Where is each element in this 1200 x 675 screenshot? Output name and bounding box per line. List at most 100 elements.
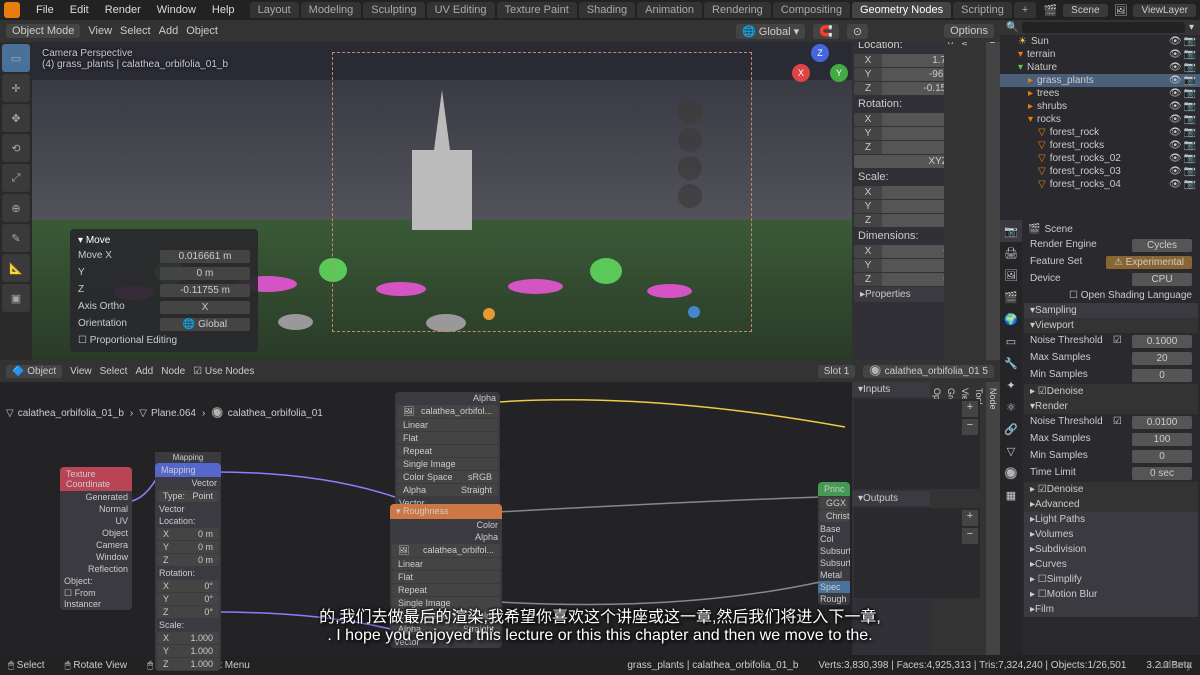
tool-rotate[interactable]: ⟲	[2, 134, 30, 162]
nhdr-select[interactable]: Select	[100, 366, 128, 377]
n-tab-item[interactable]: Item	[986, 20, 1000, 360]
outliner-item[interactable]: ▸grass_plants👁📷	[1000, 74, 1200, 87]
menu-window[interactable]: Window	[149, 4, 204, 16]
osl-checkbox[interactable]: ☐ Open Shading Language	[1069, 290, 1192, 301]
prop-tab-constraint[interactable]: 🔗	[1000, 418, 1022, 440]
perspective-tool-icon[interactable]	[678, 184, 702, 208]
tool-transform[interactable]: ⊕	[2, 194, 30, 222]
prop-tab-data[interactable]: ▽	[1000, 440, 1022, 462]
bc-mesh[interactable]: ▽ Plane.064	[139, 408, 196, 419]
n-tab-tool[interactable]: Tool	[972, 20, 986, 360]
advanced-header[interactable]: ▸ Advanced	[1024, 497, 1198, 512]
move-y-value[interactable]: 0 m	[160, 267, 250, 280]
input-add-button[interactable]: +	[962, 401, 978, 417]
hdr-view[interactable]: View	[88, 25, 112, 37]
prop-tab-render[interactable]: 📷	[1000, 220, 1022, 242]
ws-tab-scripting[interactable]: Scripting	[953, 2, 1012, 18]
zoom-tool-icon[interactable]	[678, 100, 702, 124]
light-paths-header[interactable]: ▸ Light Paths	[1024, 512, 1198, 527]
hdr-select[interactable]: Select	[120, 25, 151, 37]
pan-tool-icon[interactable]	[678, 128, 702, 152]
feature-set-dropdown[interactable]: ⚠ Experimental	[1106, 256, 1192, 269]
ws-tab-texpaint[interactable]: Texture Paint	[497, 2, 577, 18]
outliner-search[interactable]	[1022, 22, 1185, 33]
snap-toggle[interactable]: 🧲	[813, 24, 839, 39]
navigation-gizmo[interactable]: Z X Y	[800, 50, 840, 90]
simplify-header[interactable]: ▸ ☐ Simplify	[1024, 572, 1198, 587]
ws-tab-uv[interactable]: UV Editing	[427, 2, 495, 18]
viewlayer-name-field[interactable]: ViewLayer	[1133, 4, 1196, 17]
max-samples-vp[interactable]: 20	[1132, 352, 1192, 365]
prop-tab-physics[interactable]: ⚛	[1000, 396, 1022, 418]
menu-help[interactable]: Help	[204, 4, 243, 16]
tool-add-cube[interactable]: ▣	[2, 284, 30, 312]
orientation-dropdown[interactable]: 🌐 Global	[160, 318, 250, 331]
ws-tab-animation[interactable]: Animation	[637, 2, 702, 18]
bc-object[interactable]: ▽ calathea_orbifolia_01_b	[6, 408, 124, 419]
prop-tab-particle[interactable]: ✦	[1000, 374, 1022, 396]
slot-dropdown[interactable]: Slot 1	[818, 365, 856, 378]
axis-ortho-dropdown[interactable]: X	[160, 301, 250, 314]
render-sampling-header[interactable]: ▾ Render	[1024, 399, 1198, 414]
prop-tab-material[interactable]: 🔘	[1000, 462, 1022, 484]
outliner-item[interactable]: ▽forest_rocks_03👁📷	[1000, 165, 1200, 178]
scene-name-field[interactable]: Scene	[1063, 4, 1107, 17]
viewport-3d-canvas[interactable]: Camera Perspective (4) grass_plants | ca…	[32, 20, 852, 360]
min-samples-vp[interactable]: 0	[1132, 369, 1192, 382]
outliner-item[interactable]: ▽forest_rocks👁📷	[1000, 139, 1200, 152]
outliner-item[interactable]: ▾Nature👁📷	[1000, 61, 1200, 74]
outliner-item[interactable]: ☀Sun👁📷	[1000, 35, 1200, 48]
noise-thresh-vp[interactable]: 0.1000	[1132, 335, 1192, 348]
motion-blur-header[interactable]: ▸ ☐ Motion Blur	[1024, 587, 1198, 602]
input-remove-button[interactable]: −	[962, 419, 978, 435]
tool-measure[interactable]: 📐	[2, 254, 30, 282]
menu-edit[interactable]: Edit	[62, 4, 97, 16]
tool-move[interactable]: ✥	[2, 104, 30, 132]
options-dropdown[interactable]: Options	[944, 24, 994, 38]
sampling-header[interactable]: ▾ Sampling	[1024, 303, 1198, 318]
menu-file[interactable]: File	[28, 4, 62, 16]
prop-tab-output[interactable]: 🖨	[1000, 242, 1022, 264]
menu-render[interactable]: Render	[97, 4, 149, 16]
move-x-value[interactable]: 0.016661 m	[160, 250, 250, 263]
outliner-item[interactable]: ▸trees👁📷	[1000, 87, 1200, 100]
nhdr-view[interactable]: View	[70, 366, 92, 377]
node-texture-coordinate[interactable]: Texture Coordinate Generated Normal UV O…	[60, 467, 132, 610]
hdr-add[interactable]: Add	[159, 25, 179, 37]
nhdr-add[interactable]: Add	[135, 366, 153, 377]
noise-thresh-r[interactable]: 0.0100	[1132, 416, 1192, 429]
proportional-toggle[interactable]: ⊙	[847, 24, 868, 39]
min-samples-r[interactable]: 0	[1132, 450, 1192, 463]
orientation-dropdown[interactable]: 🌐 Global ▾	[736, 24, 805, 39]
use-nodes-checkbox[interactable]: ☑ Use Nodes	[193, 366, 254, 377]
bc-material[interactable]: 🔘 calathea_orbifolia_01	[211, 408, 323, 419]
camera-tool-icon[interactable]	[678, 156, 702, 180]
time-limit[interactable]: 0 sec	[1132, 467, 1192, 480]
tool-select-box[interactable]: ▭	[2, 44, 30, 72]
ws-tab-add[interactable]: +	[1014, 2, 1036, 18]
device-dropdown[interactable]: CPU	[1132, 273, 1192, 286]
hdr-object[interactable]: Object	[186, 25, 218, 37]
material-dropdown[interactable]: 🔘 calathea_orbifolia_01 5	[863, 365, 994, 378]
curves-header[interactable]: ▸ Curves	[1024, 557, 1198, 572]
ws-tab-sculpting[interactable]: Sculpting	[363, 2, 424, 18]
ws-tab-rendering[interactable]: Rendering	[704, 2, 771, 18]
outliner-filter-icon[interactable]: 🔍	[1006, 22, 1018, 33]
render-engine-dropdown[interactable]: Cycles	[1132, 239, 1192, 252]
ws-tab-modeling[interactable]: Modeling	[301, 2, 362, 18]
outliner-item[interactable]: ▾terrain👁📷	[1000, 48, 1200, 61]
outliner-item[interactable]: ▽forest_rocks_04👁📷	[1000, 178, 1200, 191]
prop-tab-texture[interactable]: ▦	[1000, 484, 1022, 506]
node-object-dropdown[interactable]: 🔷 Object	[6, 365, 62, 378]
ws-tab-layout[interactable]: Layout	[250, 2, 299, 18]
ws-tab-geonodes[interactable]: Geometry Nodes	[852, 2, 951, 18]
prop-tab-world[interactable]: 🌍	[1000, 308, 1022, 330]
prop-tab-object[interactable]: ▭	[1000, 330, 1022, 352]
move-z-value[interactable]: -0.11755 m	[160, 284, 250, 297]
outliner-item[interactable]: ▽forest_rock👁📷	[1000, 126, 1200, 139]
prop-tab-scene[interactable]: 🎬	[1000, 286, 1022, 308]
tool-scale[interactable]: ⤢	[2, 164, 30, 192]
ws-tab-shading[interactable]: Shading	[579, 2, 635, 18]
tool-cursor[interactable]: ✛	[2, 74, 30, 102]
subdivision-header[interactable]: ▸ Subdivision	[1024, 542, 1198, 557]
